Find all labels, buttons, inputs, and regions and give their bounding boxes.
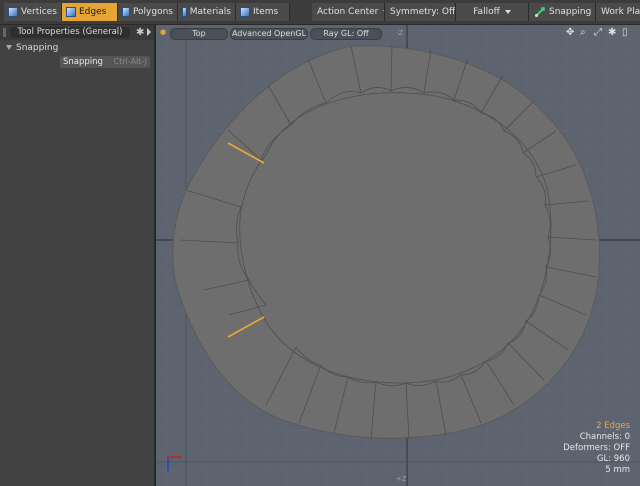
panel-grip-icon[interactable] — [3, 28, 6, 37]
viewport-info-overlay: 2 Edges Channels: 0 Deformers: OFF GL: 9… — [563, 421, 630, 476]
panel-menu-arrow-icon[interactable] — [147, 28, 151, 36]
snapping-command-label: Snapping — [63, 57, 103, 67]
work-plane-dropdown[interactable]: Work Plane — [596, 3, 640, 21]
tool-properties-tab-label: Tool Properties (General) — [17, 27, 123, 37]
vertices-label: Vertices — [21, 7, 57, 17]
symmetry-dropdown[interactable]: Symmetry: Off — [385, 3, 467, 21]
viewport-menu-icon[interactable]: ● — [160, 29, 166, 36]
gear-icon[interactable]: ✱ — [136, 27, 144, 38]
vertices-mode-button[interactable]: Vertices — [4, 3, 62, 21]
view-type-button[interactable]: Top — [170, 28, 228, 40]
materials-mode-button[interactable]: Materials — [178, 3, 236, 21]
work-plane-label: Work Plane — [601, 7, 640, 17]
3d-viewport[interactable]: ·Z +Z ● Top Advanced OpenGL Ray GL: Off … — [156, 25, 640, 486]
snapping-section-header[interactable]: Snapping — [0, 42, 154, 54]
viewport-expand-icon[interactable]: ▯ — [622, 27, 628, 39]
tool-properties-panel: Tool Properties (General) ✱ Snapping Sna… — [0, 25, 156, 486]
gear-icon[interactable]: ✱ — [608, 27, 616, 39]
gl-info: GL: 960 — [596, 454, 630, 464]
channels-info: Channels: 0 — [579, 432, 630, 442]
items-mode-button[interactable]: Items — [236, 3, 290, 21]
action-center-dropdown[interactable]: Action Center — [312, 3, 390, 21]
polygons-label: Polygons — [132, 7, 173, 17]
panel-header: Tool Properties (General) ✱ — [0, 25, 154, 40]
snapping-toggle[interactable]: Snapping — [529, 3, 595, 21]
axis-marker-bottom: +Z — [396, 475, 407, 483]
edges-mode-button[interactable]: Edges — [62, 3, 118, 21]
selection-count: 2 Edges — [596, 421, 630, 431]
selection-mode-group: Vertices Edges Polygons Materials Items — [4, 3, 290, 21]
grid-scale-info: 5 mm — [605, 465, 630, 475]
deformers-info: Deformers: OFF — [563, 443, 630, 453]
tool-properties-tab[interactable]: Tool Properties (General) — [10, 27, 130, 38]
render-mode-button[interactable]: Advanced OpenGL — [230, 28, 308, 40]
chevron-down-icon — [504, 10, 511, 14]
falloff-label: Falloff — [473, 7, 500, 17]
edges-cube-icon — [66, 7, 76, 17]
render-mode-label: Advanced OpenGL — [231, 29, 307, 38]
items-label: Items — [253, 7, 279, 17]
snapping-command-button[interactable]: Snapping Ctrl-Alt-J — [60, 56, 150, 68]
main-toolbar: Vertices Edges Polygons Materials Items … — [0, 0, 640, 25]
edges-label: Edges — [79, 7, 107, 17]
raygl-label: Ray GL: Off — [323, 29, 369, 38]
move-view-icon[interactable]: ✥ — [566, 27, 574, 39]
zoom-view-icon[interactable]: ⌕ — [580, 27, 586, 39]
fit-view-icon[interactable]: ⤢ — [594, 27, 602, 39]
materials-cube-icon — [182, 7, 187, 17]
view-type-label: Top — [192, 29, 206, 38]
polygons-mode-button[interactable]: Polygons — [118, 3, 178, 21]
raygl-button[interactable]: Ray GL: Off — [310, 28, 382, 40]
action-center-label: Action Center — [317, 7, 379, 17]
viewport-canvas[interactable]: ·Z +Z — [156, 25, 640, 486]
snapping-section-title: Snapping — [16, 43, 59, 53]
items-cube-icon — [240, 7, 250, 17]
axis-marker-top: ·Z — [396, 29, 403, 37]
polygons-cube-icon — [122, 7, 130, 17]
symmetry-label: Symmetry: Off — [390, 7, 456, 17]
vertices-cube-icon — [8, 7, 18, 17]
collapse-triangle-icon[interactable] — [6, 45, 12, 50]
falloff-dropdown[interactable]: Falloff — [456, 3, 528, 21]
snapping-shortcut: Ctrl-Alt-J — [113, 57, 147, 66]
tool-options-group: Action Center Symmetry: Off Falloff Snap… — [312, 3, 640, 21]
materials-label: Materials — [189, 7, 231, 17]
snapping-icon — [534, 6, 546, 18]
snapping-label: Snapping — [549, 7, 592, 17]
